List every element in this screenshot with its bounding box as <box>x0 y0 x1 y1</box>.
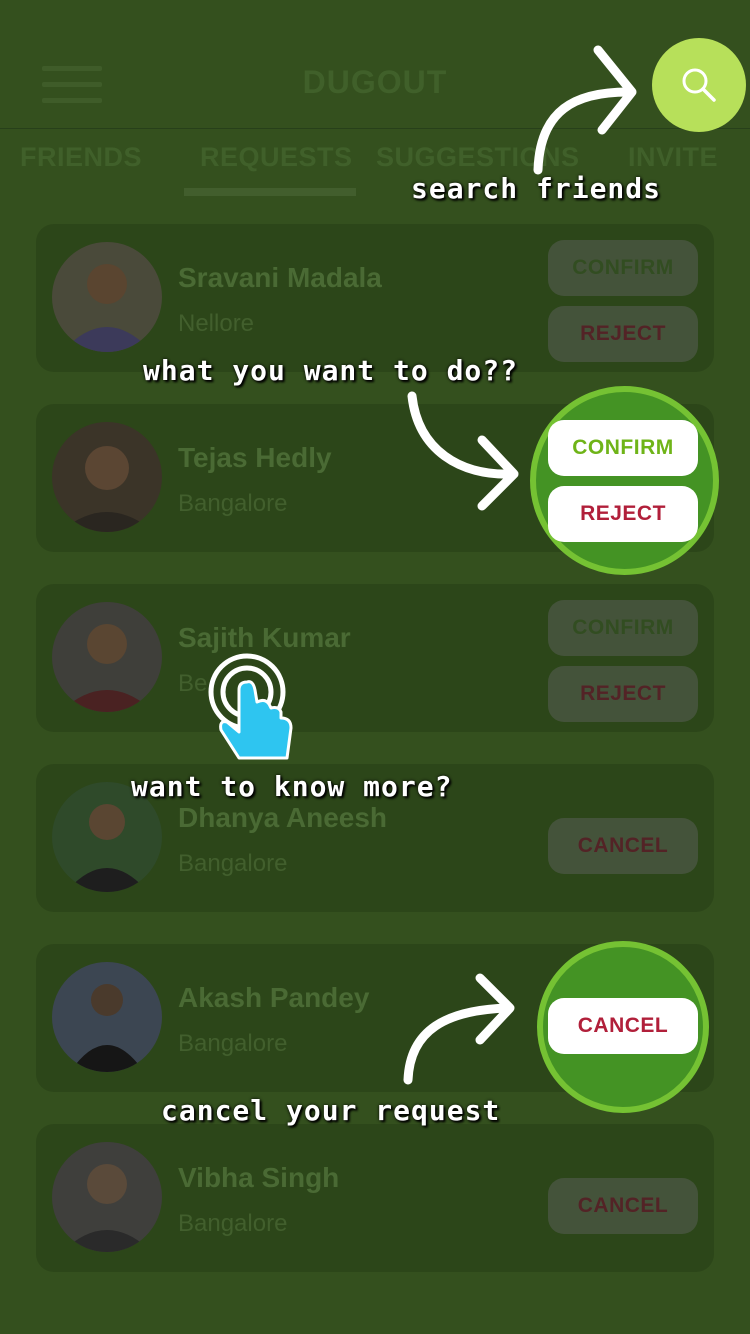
requester-name[interactable]: Vibha Singh <box>178 1162 339 1194</box>
requester-name[interactable]: Tejas Hedly <box>178 442 332 474</box>
confirm-button[interactable]: CONFIRM <box>548 420 698 476</box>
avatar[interactable] <box>52 1142 162 1252</box>
reject-button[interactable]: REJECT <box>548 666 698 722</box>
arrow-to-cancel-icon <box>403 973 515 1085</box>
arrow-to-actions-icon <box>407 391 519 511</box>
search-icon <box>682 68 716 102</box>
requester-name[interactable]: Akash Pandey <box>178 982 369 1014</box>
app-screen: DUGOUT FRIENDS REQUESTS SUGGESTIONS INVI… <box>0 0 750 1334</box>
active-tab-indicator <box>184 188 356 196</box>
avatar[interactable] <box>52 602 162 712</box>
tab-friends[interactable]: FRIENDS <box>20 142 142 173</box>
requester-name[interactable]: Sravani Madala <box>178 262 382 294</box>
requester-city: Bangalore <box>178 490 288 517</box>
cancel-button[interactable]: CANCEL <box>548 998 698 1054</box>
more-annotation: want to know more? <box>131 770 453 803</box>
confirm-button[interactable]: CONFIRM <box>548 600 698 656</box>
tap-gesture-icon <box>208 653 293 760</box>
reject-button[interactable]: REJECT <box>548 486 698 542</box>
requester-name[interactable]: Dhanya Aneesh <box>178 802 387 834</box>
confirm-button[interactable]: CONFIRM <box>548 240 698 296</box>
requester-city: Bangalore <box>178 850 288 877</box>
requester-city: Bangalore <box>178 1210 288 1237</box>
tab-requests[interactable]: REQUESTS <box>200 142 353 173</box>
avatar[interactable] <box>52 242 162 352</box>
highlight-circle <box>530 386 719 575</box>
request-card[interactable]: Sajith Kumar Be CONFIRM REJECT <box>36 584 714 732</box>
request-card[interactable]: Sravani Madala Nellore CONFIRM REJECT <box>36 224 714 372</box>
avatar[interactable] <box>52 422 162 532</box>
cancel-button[interactable]: CANCEL <box>548 818 698 874</box>
cancel-annotation: cancel your request <box>161 1094 501 1127</box>
cancel-button[interactable]: CANCEL <box>548 1178 698 1234</box>
search-annotation: search friends <box>411 172 662 205</box>
requester-city: Be <box>178 670 208 697</box>
reject-button[interactable]: REJECT <box>548 306 698 362</box>
actions-annotation: what you want to do?? <box>143 354 519 387</box>
search-button[interactable] <box>652 38 746 132</box>
requester-city: Nellore <box>178 310 255 337</box>
requester-city: Bangalore <box>178 1030 288 1057</box>
avatar[interactable] <box>52 962 162 1072</box>
arrow-to-search-icon <box>533 45 637 175</box>
request-card[interactable]: Vibha Singh Bangalore CANCEL <box>36 1124 714 1272</box>
